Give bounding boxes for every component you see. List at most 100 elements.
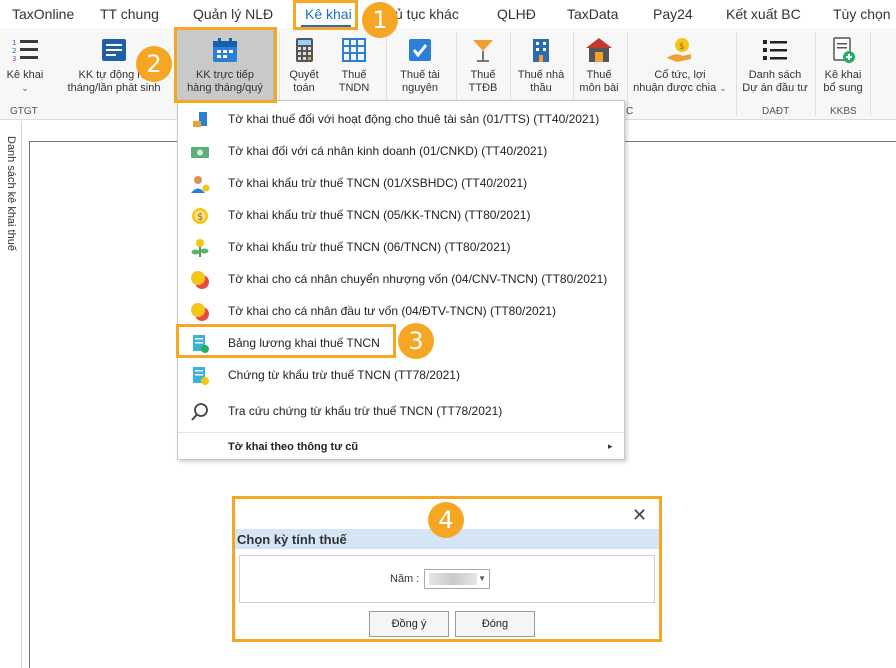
ke-khai-bo-sung-label-2: bổ sung	[823, 82, 863, 94]
tab-thu-tuc-khac[interactable]: ủ tục khác	[395, 6, 459, 22]
menu-item-label: Tờ khai cho cá nhân đầu tư vốn (04/ĐTV-T…	[228, 304, 557, 318]
danh-sach-du-an-label-1: Danh sách	[748, 69, 802, 81]
chevron-down-icon: ▼	[478, 574, 486, 583]
ribbon-separator	[627, 32, 628, 116]
svg-text:$: $	[197, 212, 203, 223]
year-label: Năm :	[390, 573, 420, 585]
bullet-list-icon	[763, 40, 787, 60]
co-tuc-label-2-text: nhuận được chia	[633, 82, 717, 94]
highlight-kk-truc-tiep	[174, 27, 277, 103]
group-label-partial: C	[626, 106, 634, 117]
svg-text:3: 3	[12, 55, 16, 63]
menu-item-label: Tờ khai khấu trừ thuế TNCN (01/XSBHDC) (…	[228, 176, 528, 190]
property-rental-icon	[193, 112, 207, 127]
thue-tai-nguyen-label-2: nguyên	[401, 82, 439, 94]
checkbox-icon	[409, 39, 431, 61]
ke-khai-label: Kê khai	[6, 69, 44, 81]
menu-item-01-tts[interactable]: Tờ khai thuế đối với hoạt động cho thuê …	[178, 103, 624, 135]
tab-tt-chung[interactable]: TT chung	[100, 6, 159, 22]
year-select[interactable]: ▼	[424, 569, 490, 589]
menu-item-label: Tờ khai khấu trừ thuế TNCN (06/TNCN) (TT…	[228, 240, 511, 254]
dialog-form-box: Năm : ▼	[239, 555, 655, 603]
thue-ttdb-label-2: TTĐB	[468, 82, 498, 94]
step-badge-3: 3	[398, 323, 434, 359]
tab-pay24[interactable]: Pay24	[653, 6, 693, 22]
thue-nha-thau-label-1: Thuế nhà	[517, 69, 565, 81]
certificate-doc-icon	[193, 367, 209, 385]
add-document-icon	[833, 37, 855, 63]
ke-khai-button[interactable]: 1 2 3 Kê khai ⌄	[2, 36, 48, 95]
menu-item-label: Tra cứu chứng từ khấu trừ thuế TNCN (TT7…	[228, 404, 503, 418]
dollar-coin-icon: $	[192, 208, 208, 224]
group-label-dadt: DAĐT	[762, 106, 790, 117]
menu-item-04-cnv-tncn[interactable]: Tờ khai cho cá nhân chuyển nhượng vốn (0…	[178, 263, 624, 295]
ok-button[interactable]: Đồng ý	[369, 611, 449, 637]
dialog-title: Chọn kỳ tính thuế	[237, 532, 347, 547]
highlight-bang-luong	[176, 324, 396, 358]
menu-item-label: Tờ khai cho cá nhân chuyển nhượng vốn (0…	[228, 272, 608, 286]
shop-icon	[586, 38, 612, 62]
thue-tndn-label-1: Thuế	[341, 69, 367, 81]
thue-tndn-button[interactable]: Thuế TNDN	[333, 36, 375, 95]
co-tuc-loi-nhuan-button[interactable]: $ Cổ tức, lợi nhuận được chia ⌄	[630, 36, 730, 95]
group-label-kkbs: KKBS	[830, 106, 857, 117]
tab-taxdata[interactable]: TaxData	[567, 6, 618, 22]
coins-stack-icon	[191, 271, 209, 289]
menu-item-04-dtv-tncn[interactable]: Tờ khai cho cá nhân đầu tư vốn (04/ĐTV-T…	[178, 295, 624, 327]
menu-item-01-xsbhdc[interactable]: Tờ khai khấu trừ thuế TNCN (01/XSBHDC) (…	[178, 167, 624, 199]
menu-item-06-tncn[interactable]: Tờ khai khấu trừ thuế TNCN (06/TNCN) (TT…	[178, 231, 624, 263]
svg-text:$: $	[679, 42, 685, 52]
menu-separator	[178, 432, 624, 433]
menu-bar: TaxOnline TT chung Quản lý NLĐ Kê khai ủ…	[0, 0, 896, 28]
ke-khai-caret: ⌄	[21, 83, 29, 93]
thue-nha-thau-label-2: thầu	[530, 82, 552, 94]
menu-item-thong-tu-cu[interactable]: Tờ khai theo thông tư cũ	[228, 441, 358, 453]
tab-ket-xuat-bc[interactable]: Kết xuất BC	[726, 6, 801, 22]
thue-mon-bai-label-2: môn bài	[579, 82, 619, 94]
close-icon[interactable]: ✕	[632, 505, 647, 526]
co-tuc-label-2: nhuận được chia ⌄	[630, 82, 730, 95]
thue-ttdb-button[interactable]: Thuế TTĐB	[462, 36, 504, 95]
step-badge-2: 2	[136, 46, 172, 82]
svg-text:1: 1	[12, 39, 16, 47]
danh-sach-du-an-button[interactable]: Danh sách Dự án đầu tư	[740, 36, 810, 95]
money-bill-icon	[191, 147, 209, 158]
submenu-arrow-icon: ▸	[608, 441, 613, 451]
tab-quan-ly-nld[interactable]: Quản lý NLĐ	[193, 6, 273, 22]
menu-item-label: Tờ khai thuế đối với hoạt động cho thuê …	[228, 112, 600, 126]
cocktail-icon	[473, 40, 493, 62]
menu-item-05-kk-tncn[interactable]: $ Tờ khai khấu trừ thuế TNCN (05/KK-TNCN…	[178, 199, 624, 231]
thue-tai-nguyen-button[interactable]: Thuế tài nguyên	[393, 36, 447, 95]
ribbon-separator	[736, 32, 737, 116]
thue-mon-bai-button[interactable]: Thuế môn bài	[577, 36, 621, 95]
calculator-icon	[296, 38, 313, 62]
coin-hand-icon: $	[667, 38, 691, 62]
highlight-ke-khai-tab	[293, 0, 358, 30]
menu-item-tra-cuu[interactable]: Tra cứu chứng từ khấu trừ thuế TNCN (TT7…	[178, 395, 624, 427]
thue-tai-nguyen-label-1: Thuế tài	[400, 69, 440, 81]
person-coin-icon	[191, 176, 210, 193]
co-tuc-label-1: Cổ tức, lợi	[654, 69, 706, 81]
thue-mon-bai-label-1: Thuế	[586, 69, 612, 81]
ribbon-separator	[870, 32, 871, 116]
list-numbered-icon: 1 2 3	[12, 39, 38, 63]
quyet-toan-label-1: Quyết	[289, 69, 319, 81]
ke-khai-bo-sung-button[interactable]: Kê khai bổ sung	[820, 36, 866, 95]
menu-item-label: Tờ khai đối với cá nhân kinh doanh (01/C…	[228, 144, 548, 158]
ribbon-separator	[815, 32, 816, 116]
quyet-toan-button[interactable]: Quyết toán	[284, 36, 324, 95]
left-panel-label[interactable]: Danh sách kê khai thuế	[5, 136, 17, 251]
tab-taxonline[interactable]: TaxOnline	[12, 6, 74, 22]
close-button[interactable]: Đóng	[455, 611, 535, 637]
tab-tuy-chon[interactable]: Tùy chọn	[833, 6, 891, 22]
menu-item-label: Chứng từ khấu trừ thuế TNCN (TT78/2021)	[228, 368, 460, 382]
tab-qlhd[interactable]: QLHĐ	[497, 6, 536, 22]
coins-invest-icon	[191, 303, 209, 321]
chevron-down-icon: ⌄	[719, 83, 727, 93]
thue-tndn-label-2: TNDN	[338, 82, 370, 94]
menu-item-chung-tu[interactable]: Chứng từ khấu trừ thuế TNCN (TT78/2021)	[178, 359, 624, 391]
menu-item-01-cnkd[interactable]: Tờ khai đối với cá nhân kinh doanh (01/C…	[178, 135, 624, 167]
danh-sach-du-an-label-2: Dự án đầu tư	[742, 82, 808, 94]
thue-nha-thau-button[interactable]: Thuế nhà thầu	[515, 36, 567, 95]
thue-ttdb-label-1: Thuế	[470, 69, 496, 81]
